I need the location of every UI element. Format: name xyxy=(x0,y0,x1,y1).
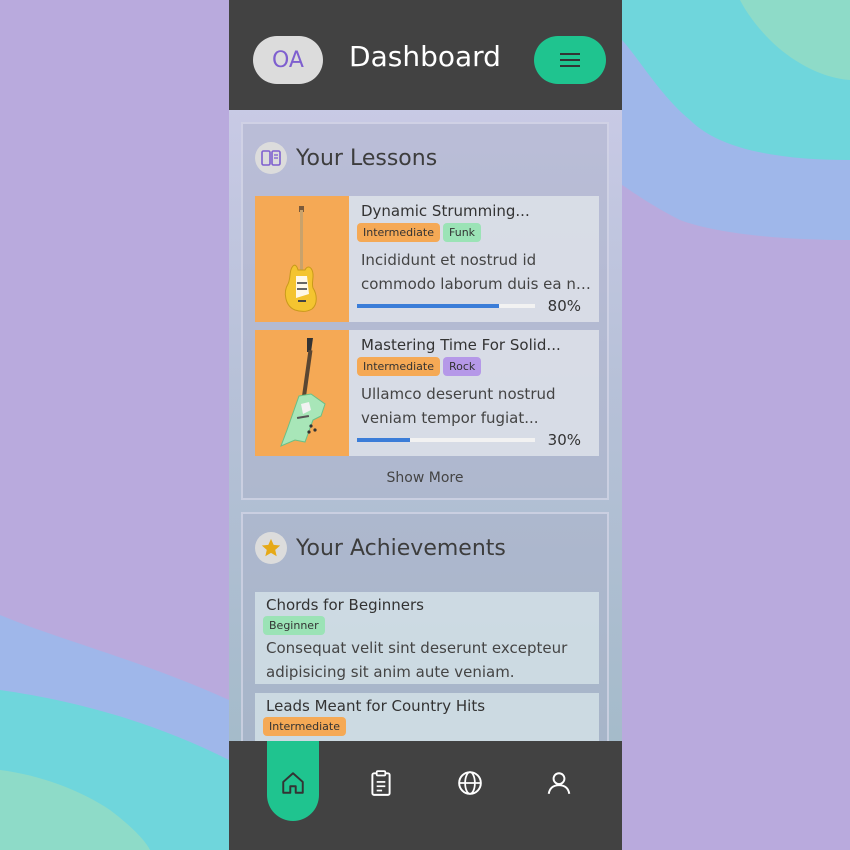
lesson-card[interactable]: Dynamic Strumming... Intermediate Funk I… xyxy=(255,196,599,322)
nav-profile[interactable] xyxy=(541,765,577,801)
level-tag: Intermediate xyxy=(357,223,440,242)
top-app-bar: OA Dashboard xyxy=(229,0,622,110)
bottom-nav xyxy=(229,741,622,850)
lesson-thumbnail xyxy=(255,330,349,456)
nav-lessons[interactable] xyxy=(363,765,399,801)
achievement-title: Chords for Beginners xyxy=(266,596,424,614)
user-icon xyxy=(547,772,571,795)
achievement-description: Consequat velit sint deserunt excepteur … xyxy=(266,636,591,684)
progress-fill xyxy=(357,438,411,442)
achievement-card[interactable]: Chords for Beginners Beginner Consequat … xyxy=(255,592,599,684)
star-icon xyxy=(255,532,287,564)
achievement-title: Leads Meant for Country Hits xyxy=(266,697,486,715)
book-icon xyxy=(255,142,287,174)
lesson-description-line: veniam tempor fugiat... xyxy=(361,409,539,427)
lesson-title: Dynamic Strumming... xyxy=(361,202,530,220)
lesson-description-line: Ullamco deserunt nostrud xyxy=(361,385,556,403)
progress-bar xyxy=(357,304,535,308)
lesson-thumbnail xyxy=(255,196,349,322)
progress-label: 80% xyxy=(547,297,581,315)
scroll-content[interactable]: Your Lessons Dynamic Strumming... Interm… xyxy=(229,110,622,741)
guitar-icon xyxy=(284,206,317,312)
level-tag: Intermediate xyxy=(357,357,440,376)
achievements-title: Your Achievements xyxy=(296,535,506,561)
level-tag: Beginner xyxy=(263,616,325,635)
progress-label: 30% xyxy=(547,431,581,449)
avatar[interactable]: OA xyxy=(253,36,323,84)
nav-explore[interactable] xyxy=(452,765,488,801)
lessons-header: Your Lessons xyxy=(255,142,437,174)
genre-tag: Rock xyxy=(443,357,482,376)
lesson-title: Mastering Time For Solid... xyxy=(361,336,561,354)
lesson-card[interactable]: Mastering Time For Solid... Intermediate… xyxy=(255,330,599,456)
lesson-description-line: commodo laborum duis ea nisi... xyxy=(361,275,593,293)
home-icon xyxy=(282,772,304,794)
guitar-icon xyxy=(280,338,326,447)
progress-fill xyxy=(357,304,500,308)
lesson-description: Incididunt et nostrud id commodo laborum… xyxy=(361,248,593,296)
achievement-description-line: adipisicing sit anim aute veniam. xyxy=(266,663,515,681)
phone-screen: OA Dashboard Your Lessons Dynamic Strumm… xyxy=(229,0,622,850)
lesson-description: Ullamco deserunt nostrud veniam tempor f… xyxy=(361,382,593,430)
lesson-description-line: Incididunt et nostrud id xyxy=(361,251,537,269)
menu-button[interactable] xyxy=(534,36,606,84)
progress-bar xyxy=(357,438,535,442)
genre-tag: Funk xyxy=(443,223,482,242)
nav-home[interactable] xyxy=(275,765,311,801)
show-more-button[interactable]: Show More xyxy=(243,470,607,486)
achievements-header: Your Achievements xyxy=(255,532,506,564)
clipboard-icon xyxy=(371,770,391,796)
avatar-initials: OA xyxy=(272,47,304,73)
achievement-description-line: Consequat velit sint deserunt excepteur xyxy=(266,639,568,657)
achievements-card: Your Achievements Chords for Beginners B… xyxy=(241,512,609,741)
lessons-title: Your Lessons xyxy=(296,145,438,171)
lessons-card: Your Lessons Dynamic Strumming... Interm… xyxy=(241,122,609,500)
level-tag: Intermediate xyxy=(263,717,346,736)
achievement-card[interactable]: Leads Meant for Country Hits Intermediat… xyxy=(255,693,599,741)
hamburger-icon xyxy=(560,53,580,67)
page-title: Dashboard xyxy=(349,40,501,73)
globe-icon xyxy=(458,771,482,795)
